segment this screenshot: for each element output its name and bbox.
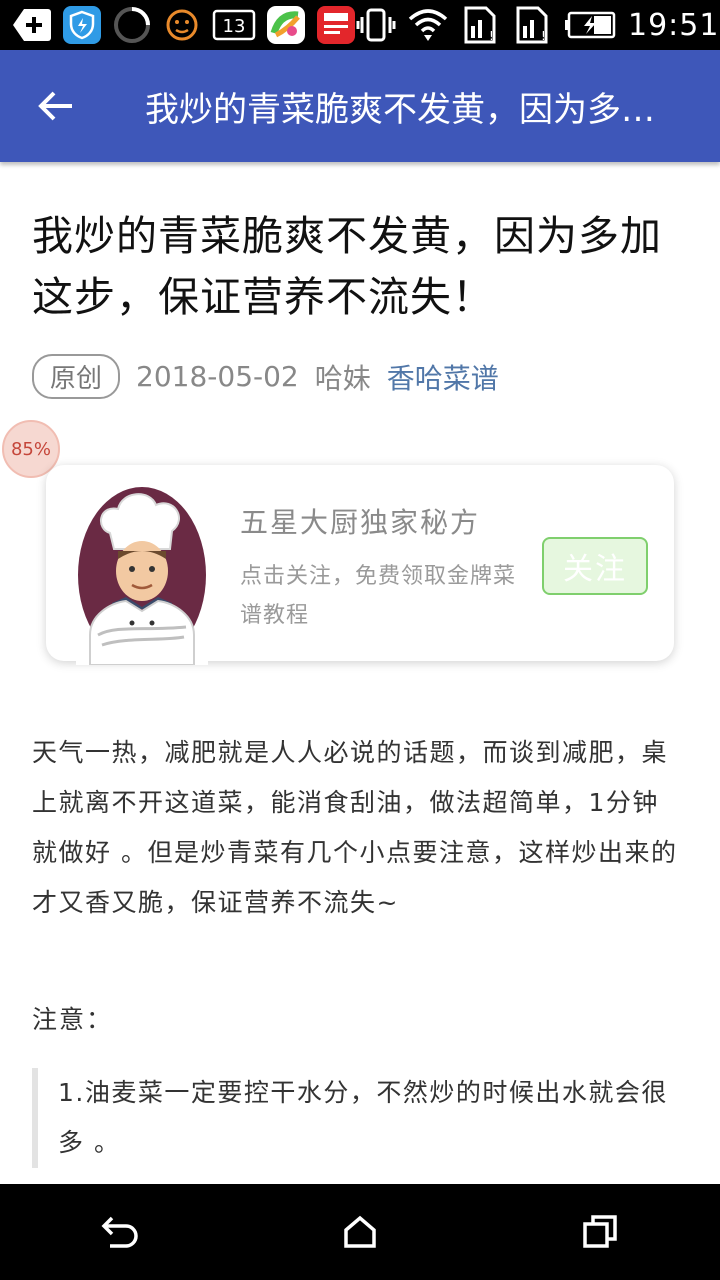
app-store-icon xyxy=(266,5,306,45)
publish-date: 2018-05-02 xyxy=(136,360,299,393)
notification-count: 13 xyxy=(223,16,246,37)
note-label: 注意： xyxy=(32,1005,114,1034)
battery-charging-icon xyxy=(564,5,616,45)
back-button[interactable] xyxy=(0,50,112,162)
sim2-signal-icon: ! xyxy=(512,5,552,45)
promo-card[interactable]: 五星大厨独家秘方 点击关注，免费领取金牌菜谱教程 关注 xyxy=(46,465,674,666)
home-icon xyxy=(344,1215,376,1248)
news-app-icon xyxy=(316,5,356,45)
sim1-signal-icon: ! xyxy=(460,5,500,45)
article-meta: 原创 2018-05-02 哈妹 香哈菜谱 xyxy=(32,354,499,399)
add-icon xyxy=(12,5,52,45)
nav-recents-button[interactable] xyxy=(550,1184,650,1280)
app-bar: 我炒的青菜脆爽不发黄，因为多加这步，保证营养不流失！ xyxy=(0,50,720,162)
article-title: 我炒的青菜脆爽不发黄，因为多加这步，保证营养不流失！ xyxy=(32,212,662,321)
recents-icon xyxy=(583,1215,617,1248)
nav-home-button[interactable] xyxy=(310,1184,410,1280)
original-badge: 原创 xyxy=(32,354,121,399)
smiley-icon xyxy=(162,5,202,45)
intro-paragraph: 天气一热，减肥就是人人必说的话题，而谈到减肥，桌上就离不开这道菜，能消食刮油，做… xyxy=(32,738,678,917)
shield-icon xyxy=(62,5,102,45)
svg-text:!: ! xyxy=(541,29,546,43)
status-clock: 19:51 xyxy=(628,7,720,43)
note-quote: 1.油麦菜一定要控干水分，不然炒的时候出水就会很多 。 xyxy=(32,1068,684,1168)
wifi-icon xyxy=(408,5,448,45)
svg-text:!: ! xyxy=(489,29,494,43)
author-name: 哈妹 xyxy=(314,361,371,395)
counter-badge-icon: 13 xyxy=(212,5,256,45)
source-link[interactable]: 香哈菜谱 xyxy=(387,357,499,397)
chef-avatar xyxy=(76,485,208,666)
app-bar-title: 我炒的青菜脆爽不发黄，因为多加这步，保证营养不流失！ xyxy=(145,89,665,130)
arrow-left-icon xyxy=(38,91,72,121)
promo-heading: 五星大厨独家秘方 xyxy=(240,506,481,539)
loading-ring-icon xyxy=(112,5,152,45)
promo-description: 点击关注，免费领取金牌菜谱教程 xyxy=(240,564,517,628)
nav-back-button[interactable] xyxy=(70,1184,170,1280)
article-content[interactable]: 我炒的青菜脆爽不发黄，因为多加这步，保证营养不流失！ 原创 2018-05-02… xyxy=(0,162,720,1184)
system-nav-bar xyxy=(0,1184,720,1280)
status-bar: 13 ! ! 19:51 xyxy=(0,0,720,50)
back-icon xyxy=(101,1216,138,1248)
vibrate-icon xyxy=(356,5,396,45)
follow-button[interactable]: 关注 xyxy=(542,537,648,595)
